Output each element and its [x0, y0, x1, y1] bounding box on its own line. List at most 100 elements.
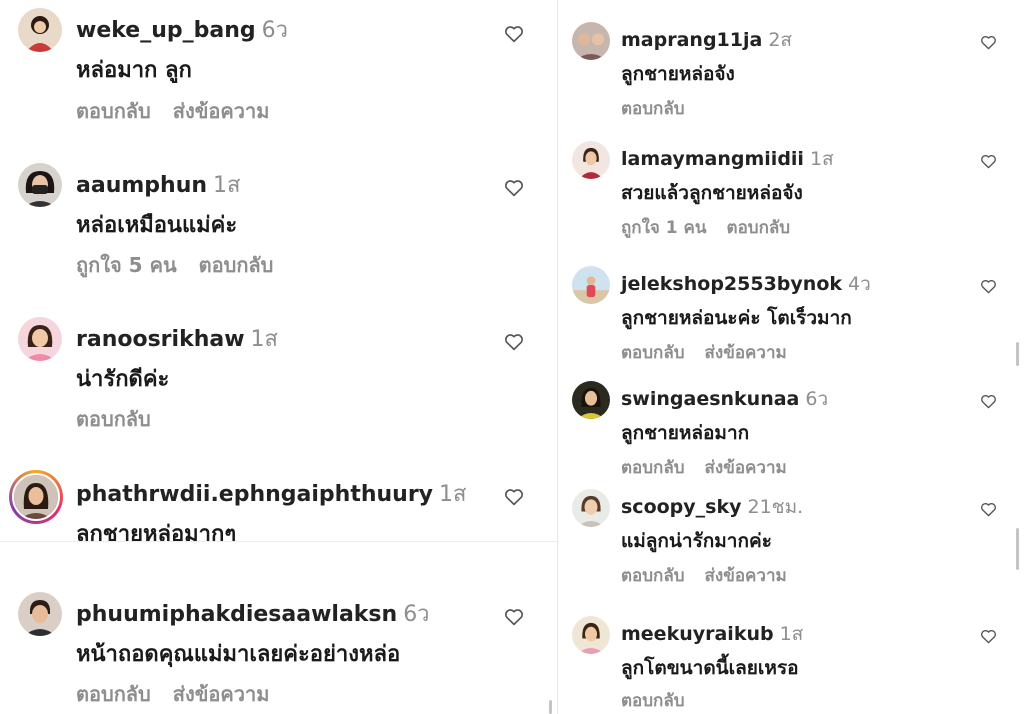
comment-header: scoopy_sky 21ชม. — [621, 492, 803, 522]
username-link[interactable]: phathrwdii.ephngaiphthuury — [76, 482, 433, 507]
timestamp[interactable]: 1ส — [780, 623, 804, 645]
comment-text: ลูกชายหล่อมากๆ — [76, 522, 237, 541]
comment-text: ลูกชายหล่อจัง — [621, 63, 735, 85]
comment-header: swingaesnkunaa 6ว — [621, 384, 828, 414]
comment-item: phathrwdii.ephngaiphthuury 1ส ลูกชายหล่อม… — [0, 460, 557, 541]
reply-button[interactable]: ตอบกลับ — [76, 407, 151, 431]
send-message-button[interactable]: ส่งข้อความ — [173, 682, 270, 706]
timestamp[interactable]: 1ส — [439, 482, 466, 507]
avatar[interactable] — [18, 8, 62, 52]
username-link[interactable]: lamaymangmiidii — [621, 148, 804, 170]
avatar[interactable] — [572, 489, 610, 527]
avatar[interactable] — [18, 163, 62, 207]
comment-item: meekuyraikub 1ส ลูกโตขนาดนี้เลยเหรอ ตอบกล… — [558, 595, 1024, 714]
comment-actions: ตอบกลับ — [621, 687, 705, 714]
heart-outline-icon[interactable] — [980, 279, 997, 294]
avatar[interactable] — [12, 473, 60, 521]
reply-button[interactable]: ตอบกลับ — [621, 99, 685, 119]
comment-actions: ตอบกลับ ส่งข้อความ — [76, 678, 291, 710]
comment-header: ranoosrikhaw 1ส — [76, 321, 278, 356]
reply-button[interactable]: ตอบกลับ — [621, 566, 685, 586]
username-link[interactable]: ranoosrikhaw — [76, 327, 245, 352]
reply-button[interactable]: ตอบกลับ — [199, 253, 274, 277]
avatar[interactable] — [18, 592, 62, 636]
comment-text: หล่อมาก ลูก — [76, 58, 192, 83]
avatar[interactable] — [572, 381, 610, 419]
timestamp[interactable]: 4ว — [848, 273, 871, 295]
reply-button[interactable]: ตอบกลับ — [621, 691, 685, 711]
avatar[interactable] — [572, 141, 610, 179]
heart-outline-icon[interactable] — [980, 502, 997, 517]
comment-item: phuumiphakdiesaawlaksn 6ว หน้าถอดคุณแม่มา… — [0, 580, 557, 714]
avatar[interactable] — [18, 317, 62, 361]
comment-item: swingaesnkunaa 6ว ลูกชายหล่อมาก ตอบกลับ ส่… — [558, 360, 1024, 480]
right-comments-panel: maprang11ja 2ส ลูกชายหล่อจัง ตอบกลับ lama… — [557, 0, 1024, 714]
username-link[interactable]: scoopy_sky — [621, 496, 742, 518]
comment-text: ลูกโตขนาดนี้เลยเหรอ — [621, 657, 799, 679]
comment-header: jelekshop2553bynok 4ว — [621, 269, 871, 299]
likes-prefix: ถูกใจ — [76, 253, 122, 277]
avatar[interactable] — [572, 22, 610, 60]
heart-outline-icon[interactable] — [980, 154, 997, 169]
heart-outline-icon[interactable] — [504, 488, 524, 506]
heart-outline-icon[interactable] — [504, 179, 524, 197]
reply-button[interactable]: ตอบกลับ — [727, 218, 791, 238]
avatar[interactable] — [572, 616, 610, 654]
comment-header: weke_up_bang 6ว — [76, 12, 288, 47]
likes-count[interactable]: ถูกใจ 5 คน — [76, 253, 177, 277]
username-link[interactable]: swingaesnkunaa — [621, 388, 799, 410]
comment-item: jelekshop2553bynok 4ว ลูกชายหล่อนะค่ะ โตเ… — [558, 245, 1024, 365]
likes-suffix: คน — [683, 218, 707, 238]
comment-actions: ตอบกลับ — [76, 403, 173, 435]
username-link[interactable]: aaumphun — [76, 173, 207, 198]
heart-outline-icon[interactable] — [504, 333, 524, 351]
timestamp[interactable]: 1ส — [810, 148, 834, 170]
comment-actions: ตอบกลับ — [621, 95, 705, 122]
screenshot-seam — [0, 541, 557, 542]
heart-outline-icon[interactable] — [504, 608, 524, 626]
comment-text: น่ารักดีค่ะ — [76, 367, 170, 392]
comment-header: maprang11ja 2ส — [621, 25, 792, 55]
heart-outline-icon[interactable] — [980, 394, 997, 409]
username-link[interactable]: phuumiphakdiesaawlaksn — [76, 602, 397, 627]
comment-header: lamaymangmiidii 1ส — [621, 144, 834, 174]
comment-actions: ถูกใจ 1 คน ตอบกลับ — [621, 214, 810, 241]
comment-header: phuumiphakdiesaawlaksn 6ว — [76, 596, 430, 631]
comment-item: maprang11ja 2ส ลูกชายหล่อจัง ตอบกลับ — [558, 0, 1024, 120]
timestamp[interactable]: 6ว — [805, 388, 828, 410]
reply-button[interactable]: ตอบกลับ — [76, 682, 151, 706]
avatar[interactable] — [572, 266, 610, 304]
heart-outline-icon[interactable] — [980, 35, 997, 50]
likes-count[interactable]: ถูกใจ 1 คน — [621, 218, 707, 238]
comment-text: ลูกชายหล่อนะค่ะ โตเร็วมาก — [621, 307, 852, 329]
comment-text: สวยแล้วลูกชายหล่อจัง — [621, 182, 803, 204]
send-message-button[interactable]: ส่งข้อความ — [173, 99, 270, 123]
likes-number: 1 — [665, 218, 678, 238]
username-link[interactable]: meekuyraikub — [621, 623, 774, 645]
likes-prefix: ถูกใจ — [621, 218, 660, 238]
scrollbar[interactable] — [549, 700, 552, 714]
timestamp[interactable]: 21ชม. — [748, 496, 804, 518]
username-link[interactable]: jelekshop2553bynok — [621, 273, 842, 295]
comment-text: หน้าถอดคุณแม่มาเลยค่ะอย่างหล่อ — [76, 642, 401, 667]
timestamp[interactable]: 2ส — [768, 29, 792, 51]
username-link[interactable]: weke_up_bang — [76, 18, 256, 43]
timestamp[interactable]: 1ส — [213, 173, 240, 198]
timestamp[interactable]: 1ส — [251, 327, 278, 352]
heart-outline-icon[interactable] — [980, 629, 997, 644]
comment-text: หล่อเหมือนแม่ค่ะ — [76, 213, 238, 238]
timestamp[interactable]: 6ว — [403, 602, 429, 627]
send-message-button[interactable]: ส่งข้อความ — [705, 566, 787, 586]
comment-header: meekuyraikub 1ส — [621, 619, 803, 649]
comment-item: lamaymangmiidii 1ส สวยแล้วลูกชายหล่อจัง ถ… — [558, 120, 1024, 240]
heart-outline-icon[interactable] — [504, 25, 524, 43]
reply-button[interactable]: ตอบกลับ — [76, 99, 151, 123]
scrollbar[interactable] — [1016, 528, 1019, 570]
comment-text: ลูกชายหล่อมาก — [621, 422, 750, 444]
scrollbar[interactable] — [1016, 342, 1019, 366]
comment-header: phathrwdii.ephngaiphthuury 1ส — [76, 476, 466, 511]
timestamp[interactable]: 6ว — [262, 18, 288, 43]
comment-actions: ตอบกลับ ส่งข้อความ — [76, 95, 291, 127]
username-link[interactable]: maprang11ja — [621, 29, 762, 51]
likes-number: 5 — [128, 253, 143, 277]
